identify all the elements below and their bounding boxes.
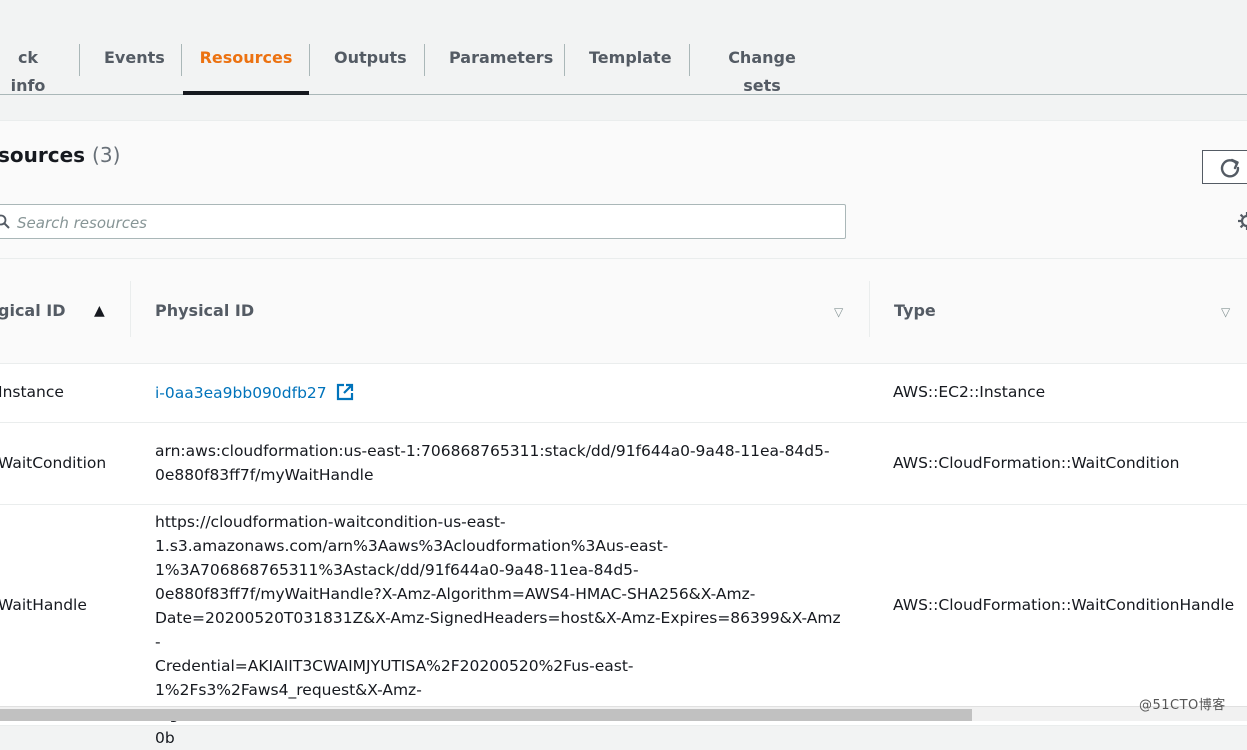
column-divider[interactable] xyxy=(869,281,870,337)
physical-id-line: 1.s3.amazonaws.com/arn%3Aaws%3Acloudform… xyxy=(155,537,669,555)
tab-divider xyxy=(309,44,310,76)
search-icon xyxy=(0,214,10,229)
refresh-button[interactable] xyxy=(1202,150,1247,184)
physical-id-line: Credential=AKIAIIT3CWAIMJYUTISA%2F202005… xyxy=(155,657,634,675)
column-divider[interactable] xyxy=(130,281,131,337)
sort-ascending-icon[interactable]: ▲ xyxy=(94,303,105,319)
tab-divider xyxy=(564,44,565,76)
tab-events[interactable]: Events xyxy=(104,44,165,94)
column-header-physical-id[interactable]: Physical ID xyxy=(155,259,254,363)
tab-divider xyxy=(79,44,80,76)
search-resources-input[interactable] xyxy=(15,209,819,236)
watermark: @51CTO博客 xyxy=(1139,698,1226,713)
tab-divider xyxy=(424,44,425,76)
table-row: WaitCondition arn:aws:cloudformation:us-… xyxy=(0,423,1247,505)
panel-title: sources (3) xyxy=(0,143,120,167)
physical-id-line: arn:aws:cloudformation:us-east-1:7068687… xyxy=(155,442,830,460)
logical-id-cell: WaitHandle xyxy=(0,596,87,614)
tabs-bar: ck info Events Resources Outputs Paramet… xyxy=(0,0,1247,95)
sort-unsorted-icon[interactable]: ▽ xyxy=(834,305,843,319)
physical-id-line: 0e880f83ff7f/myWaitHandle?X-Amz-Algorith… xyxy=(155,585,756,603)
physical-id-cell: arn:aws:cloudformation:us-east-1:7068687… xyxy=(155,439,845,487)
tab-parameters[interactable]: Parameters xyxy=(449,44,553,94)
refresh-icon xyxy=(1220,158,1240,178)
tab-divider xyxy=(689,44,690,76)
physical-id-line: 0e880f83ff7f/myWaitHandle xyxy=(155,466,374,484)
physical-id-line: 1%3A706868765311%3Astack/dd/91f644a0-9a4… xyxy=(155,561,639,579)
logical-id-cell: WaitCondition xyxy=(0,454,107,472)
column-header-logical-id[interactable]: gical ID xyxy=(0,259,66,363)
tab-resources[interactable]: Resources xyxy=(183,44,309,95)
tab-stack-info[interactable]: ck info xyxy=(0,44,58,95)
logical-id-cell: Instance xyxy=(0,383,64,401)
physical-id-cell: i-0aa3ea9bb090dfb27 xyxy=(155,381,845,405)
type-cell: AWS::CloudFormation::WaitConditionHandle xyxy=(893,596,1235,614)
resources-table: gical ID ▲ Physical ID ▽ Type ▽ Instance… xyxy=(0,258,1247,747)
type-cell: AWS::EC2::Instance xyxy=(893,383,1046,401)
resources-panel: sources (3) gical ID ▲ Physical ID ▽ Ty xyxy=(0,120,1247,747)
physical-id-link[interactable]: i-0aa3ea9bb090dfb27 xyxy=(155,384,327,402)
gear-icon[interactable] xyxy=(1236,210,1247,232)
table-row: Instance i-0aa3ea9bb090dfb27 AWS::EC2::I… xyxy=(0,364,1247,423)
tab-template[interactable]: Template xyxy=(589,44,672,94)
physical-id-line: https://cloudformation-waitcondition-us-… xyxy=(155,513,506,531)
type-cell: AWS::CloudFormation::WaitCondition xyxy=(893,454,1180,472)
tab-divider xyxy=(181,44,182,76)
column-header-type[interactable]: Type xyxy=(894,259,936,363)
panel-title-text: sources xyxy=(0,143,86,167)
horizontal-scrollbar[interactable] xyxy=(0,706,1247,721)
resource-count: (3) xyxy=(92,143,121,167)
physical-id-line: Date=20200520T031831Z&X-Amz-SignedHeader… xyxy=(155,609,841,651)
sort-unsorted-icon[interactable]: ▽ xyxy=(1221,305,1230,319)
physical-id-line: 1%2Fs3%2Faws4_request&X-Amz- xyxy=(155,681,422,699)
table-header: gical ID ▲ Physical ID ▽ Type ▽ xyxy=(0,258,1247,364)
tab-outputs[interactable]: Outputs xyxy=(334,44,407,94)
scrollbar-thumb[interactable] xyxy=(0,709,972,721)
table-row: WaitHandle https://cloudformation-waitco… xyxy=(0,505,1247,747)
external-link-icon[interactable] xyxy=(336,383,354,401)
tab-change-sets[interactable]: Change sets xyxy=(714,44,810,95)
search-resources-field[interactable] xyxy=(0,204,846,239)
